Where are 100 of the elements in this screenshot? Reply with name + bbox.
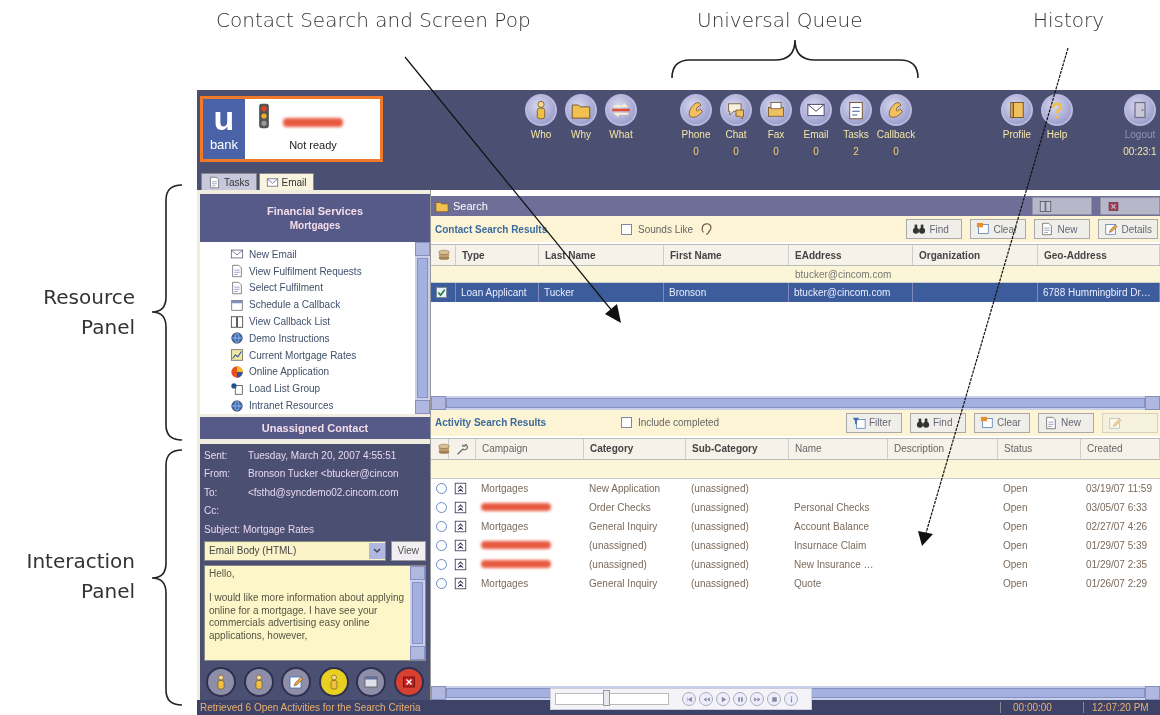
media-button[interactable]: [699, 692, 713, 706]
seek-slider[interactable]: [555, 693, 669, 705]
resource-link[interactable]: View Callback List: [230, 313, 415, 330]
checkbox[interactable]: [621, 417, 632, 428]
chevrons-up-icon: [454, 576, 467, 590]
scrollbar[interactable]: [431, 395, 1160, 410]
tab[interactable]: Tasks: [201, 173, 257, 190]
toolbar-button[interactable]: Filter: [846, 412, 902, 433]
toolbar-button[interactable]: New: [1038, 412, 1094, 433]
toolbar-button[interactable]: Details: [1098, 219, 1158, 239]
elapsed-time: 00:00:00: [1000, 702, 1083, 713]
table-cell: Insurnace Claim: [794, 539, 867, 551]
document-icon: [230, 264, 244, 279]
media-button[interactable]: [784, 692, 798, 706]
resource-link[interactable]: New Email: [230, 246, 415, 263]
table-cell: Mortgages: [481, 577, 529, 589]
table-cell-text: General Inquiry: [588, 576, 659, 591]
resource-link[interactable]: Online Application: [230, 363, 415, 381]
session-timer: 00:23:1: [1123, 146, 1157, 157]
action-button[interactable]: [243, 666, 274, 697]
column-header[interactable]: Last Name: [539, 245, 664, 265]
column-header[interactable]: First Name: [664, 245, 789, 265]
resource-link[interactable]: Demo Instructions: [230, 330, 415, 347]
phone-icon: [886, 100, 906, 120]
table-cell-text: 01/26/07 2:29: [1085, 576, 1149, 591]
field-label: To:: [204, 486, 219, 498]
column-header[interactable]: Geo-Address: [1038, 245, 1160, 265]
columns-icon: [230, 314, 244, 329]
table-cell-text: Open: [1002, 500, 1029, 515]
table-cell: Personal Checks: [794, 501, 870, 513]
document-icon: [208, 175, 221, 189]
column-header[interactable]: Type: [456, 245, 539, 265]
field-label: Cc:: [204, 505, 220, 517]
column-header[interactable]: Category: [584, 438, 686, 459]
ear-icon: [699, 222, 714, 236]
media-button[interactable]: [716, 692, 730, 706]
column-header[interactable]: Created: [1081, 438, 1160, 459]
column-header[interactable]: Name: [789, 438, 888, 459]
column-header[interactable]: EAddress: [789, 245, 913, 265]
skip-back-icon: [684, 694, 694, 704]
table-cell-text: 01/29/07 5:39: [1085, 538, 1149, 553]
toolbar-button[interactable]: Find: [910, 412, 966, 433]
radio-button[interactable]: [436, 539, 447, 551]
clock: 12:07:20 PM: [1083, 702, 1160, 713]
pie-icon: [230, 364, 244, 379]
calendar-icon: [230, 297, 244, 312]
chat-icon: [726, 100, 746, 120]
queue-count: 0: [813, 146, 819, 157]
column-header[interactable]: Sub-Category: [686, 438, 789, 459]
scrollbar[interactable]: [415, 242, 430, 414]
action-button[interactable]: [356, 666, 387, 697]
results-title: Activity Search Results: [435, 417, 548, 428]
resource-link[interactable]: Select Fulfilment: [230, 279, 415, 297]
table-cell: btucker@cincom.com: [789, 283, 913, 302]
table-row[interactable]: Loan Applicant Tucker Bronson btucker@cincom.com 6788 Hummingbird Dr…: [431, 283, 1160, 302]
table-cell: New Insurance …: [794, 558, 874, 570]
envelope-icon: [265, 175, 279, 189]
resource-link[interactable]: Schedule a Callback: [230, 296, 415, 314]
table-cell-text: 03/19/07 11:59: [1085, 481, 1153, 496]
checkbox[interactable]: [436, 287, 447, 298]
media-button[interactable]: [682, 692, 696, 706]
stack-icon: [437, 248, 451, 262]
column-header[interactable]: Campaign: [476, 438, 584, 459]
resource-link[interactable]: Current Mortgage Rates: [230, 346, 415, 364]
media-button[interactable]: [750, 692, 764, 706]
media-button[interactable]: [767, 692, 781, 706]
table-cell-text: (unassigned): [690, 481, 750, 496]
scrollbar[interactable]: [410, 565, 425, 660]
checkbox[interactable]: [621, 223, 632, 235]
chevrons-up-icon: [454, 519, 467, 533]
radio-button[interactable]: [436, 501, 447, 513]
field-value: <fsthd@syncdemo02.cincom.com: [248, 486, 399, 498]
book-icon: [1007, 100, 1027, 120]
action-button[interactable]: [206, 666, 236, 697]
toolbar-button[interactable]: Find: [906, 219, 963, 239]
resource-link[interactable]: Intranet Resources: [230, 397, 415, 414]
logo: u bank: [203, 99, 245, 159]
binoculars-icon: [912, 222, 927, 236]
column-header[interactable]: Description: [888, 438, 998, 459]
view-button[interactable]: View: [390, 540, 426, 561]
action-button[interactable]: [318, 666, 349, 697]
resource-link[interactable]: View Fulfilment Requests: [230, 262, 415, 280]
radio-button[interactable]: [436, 482, 447, 494]
column-header[interactable]: Organization: [913, 245, 1038, 265]
toolbar-button[interactable]: New: [1034, 219, 1091, 239]
chevrons-up-icon: [454, 538, 467, 552]
toolbar-button[interactable]: Clear: [974, 412, 1030, 433]
email-body[interactable]: Hello, I would like more information about applying online for a mortgage. I have see your commercials advertising easy online applications, however,: [204, 564, 426, 661]
format-dropdown[interactable]: Email Body (HTML): [204, 540, 386, 561]
media-button[interactable]: [733, 692, 747, 706]
radio-button[interactable]: [436, 558, 447, 570]
radio-button[interactable]: [436, 577, 447, 589]
action-button[interactable]: [281, 666, 312, 697]
table-cell: Account Balance: [794, 520, 870, 532]
radio-button[interactable]: [436, 520, 447, 532]
column-header[interactable]: Status: [998, 438, 1081, 459]
resource-link[interactable]: Load List Group: [230, 380, 415, 398]
callout-label: History: [1033, 8, 1105, 32]
table-cell-text: General Inquiry: [588, 519, 659, 534]
tab[interactable]: Email: [258, 173, 314, 190]
